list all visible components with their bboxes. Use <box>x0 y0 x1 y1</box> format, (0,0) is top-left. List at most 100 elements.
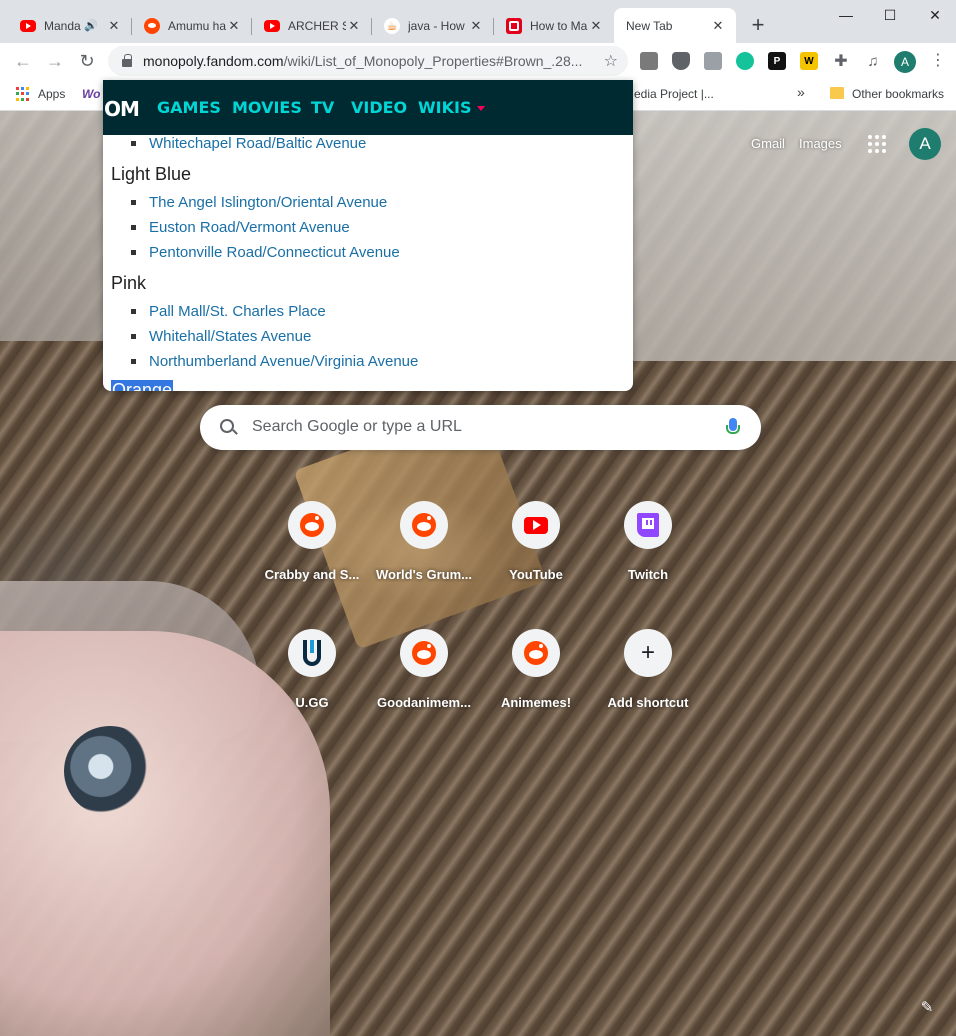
list-bullet <box>131 309 136 314</box>
property-link[interactable]: Pall Mall/St. Charles Place <box>149 303 326 320</box>
close-icon[interactable]: ✕ <box>346 18 362 34</box>
tab-youtube-archer[interactable]: ARCHER Se ✕ <box>252 8 372 43</box>
reddit-icon <box>144 17 160 34</box>
tab-opera-howto[interactable]: How to Ma ✕ <box>494 8 614 43</box>
microphone-icon[interactable] <box>726 418 740 434</box>
close-icon[interactable]: ✕ <box>226 18 242 34</box>
property-link[interactable]: Pentonville Road/Connecticut Avenue <box>149 244 400 261</box>
tab-reddit-amumu[interactable]: Amumu ha ✕ <box>132 8 252 43</box>
reload-button[interactable]: ↻ <box>75 49 99 73</box>
close-icon[interactable]: ✕ <box>468 18 484 34</box>
lock-icon <box>122 54 132 67</box>
gmail-link[interactable]: Gmail <box>751 136 785 151</box>
property-link[interactable]: Whitechapel Road/Baltic Avenue <box>149 135 366 152</box>
maximize-button[interactable]: ☐ <box>867 0 913 30</box>
shortcut-youtube[interactable]: YouTube <box>480 501 592 611</box>
shortcut-icon-circle <box>288 629 336 677</box>
address-bar[interactable]: monopoly.fandom.com/wiki/List_of_Monopol… <box>108 46 628 76</box>
images-link[interactable]: Images <box>799 136 842 151</box>
media-control-icon[interactable]: ♫ <box>864 52 882 70</box>
folder-icon <box>830 87 844 99</box>
list-bullet <box>131 359 136 364</box>
section-heading-orange-selected: Orange <box>111 380 174 391</box>
close-window-button[interactable]: ✕ <box>912 0 956 30</box>
account-avatar[interactable]: A <box>909 128 941 160</box>
shortcut-ugg[interactable]: U.GG <box>256 629 368 739</box>
new-tab-button[interactable]: + <box>744 12 772 40</box>
ugg-icon <box>303 640 321 666</box>
shortcut-animemes[interactable]: Animemes! <box>480 629 592 739</box>
reddit-icon <box>412 641 436 665</box>
shortcut-twitch[interactable]: Twitch <box>592 501 704 611</box>
nav-movies[interactable]: MOVIES <box>232 98 302 117</box>
fandom-logo[interactable]: OM <box>104 97 140 121</box>
opera-icon <box>506 17 522 34</box>
shortcut-icon-circle <box>400 629 448 677</box>
property-link[interactable]: Euston Road/Vermont Avenue <box>149 219 350 236</box>
tab-youtube-manda[interactable]: Manda 🔊 ✕ <box>8 8 132 43</box>
bookmark-media-project[interactable]: edia Project |... <box>634 87 714 101</box>
fandom-page-overlay: OM GAMES MOVIES TV VIDEO WIKIS Whitechap… <box>103 80 633 391</box>
property-link[interactable]: Northumberland Avenue/Virginia Avenue <box>149 353 418 370</box>
bookmark-wo[interactable]: Wo <box>82 87 100 101</box>
add-shortcut-button[interactable]: + Add shortcut <box>592 629 704 739</box>
apps-bookmark[interactable]: Apps <box>38 87 65 101</box>
extensions-puzzle-icon[interactable]: ✚ <box>832 52 850 70</box>
profile-avatar[interactable]: A <box>894 51 916 73</box>
nav-tv[interactable]: TV <box>311 98 334 117</box>
shortcut-worlds-grumpiest[interactable]: World's Grum... <box>368 501 480 611</box>
pencil-icon[interactable]: ✎ <box>918 998 936 1016</box>
speaker-icon[interactable]: 🔊 <box>84 19 98 32</box>
property-link[interactable]: Whitehall/States Avenue <box>149 328 311 345</box>
tab-title: ARCHER Se <box>288 18 346 33</box>
ublock-shield-icon[interactable] <box>672 52 690 70</box>
tab-strip: Manda 🔊 ✕ Amumu ha ✕ ARCHER Se ✕ ☕ java … <box>0 0 956 43</box>
nav-wikis[interactable]: WIKIS <box>418 98 486 117</box>
search-input[interactable]: Search Google or type a URL <box>252 418 462 436</box>
url-host: monopoly.fandom.com <box>143 53 284 69</box>
tab-new-tab[interactable]: New Tab ✕ <box>614 8 736 43</box>
shortcut-icon-circle <box>400 501 448 549</box>
extension-gray-icon[interactable] <box>704 52 722 70</box>
background-wall <box>620 111 956 361</box>
close-icon[interactable]: ✕ <box>106 18 122 34</box>
other-bookmarks[interactable]: Other bookmarks <box>852 87 944 101</box>
url-path: /wiki/List_of_Monopoly_Properties#Brown_… <box>283 53 583 69</box>
shortcut-crabby[interactable]: Crabby and S... <box>256 501 368 611</box>
tab-stackoverflow-java[interactable]: ☕ java - How ✕ <box>372 8 494 43</box>
section-heading-light-blue: Light Blue <box>111 164 192 184</box>
google-apps-icon[interactable] <box>868 135 886 153</box>
extension-w-icon[interactable]: W <box>800 52 818 70</box>
shortcut-label: World's Grum... <box>375 567 473 582</box>
close-icon[interactable]: ✕ <box>588 18 604 34</box>
nav-games[interactable]: GAMES <box>157 98 221 117</box>
shortcut-label: Goodanimem... <box>377 695 471 710</box>
bookmarks-overflow-chevron-icon[interactable]: » <box>797 84 805 100</box>
shortcut-icon-circle <box>624 501 672 549</box>
list-bullet <box>131 200 136 205</box>
shortcut-label: U.GG <box>295 695 329 710</box>
shortcut-icon-circle <box>512 629 560 677</box>
back-button[interactable]: ← <box>11 49 35 73</box>
bookmark-star-icon[interactable]: ☆ <box>604 51 618 71</box>
apps-grid-icon[interactable] <box>16 87 30 101</box>
shortcut-label: YouTube <box>509 567 563 582</box>
nav-wikis-label: WIKIS <box>418 98 472 117</box>
close-icon[interactable]: ✕ <box>710 18 726 34</box>
extension-p-icon[interactable]: P <box>768 52 786 70</box>
menu-kebab-icon[interactable]: ⋮ <box>930 52 946 70</box>
nav-video[interactable]: VIDEO <box>351 98 407 117</box>
search-box[interactable]: Search Google or type a URL <box>200 405 761 450</box>
caret-down-icon <box>477 106 486 111</box>
extension-dsc-icon[interactable] <box>640 52 658 70</box>
shortcut-icon-circle <box>288 501 336 549</box>
shortcut-goodanimemes[interactable]: Goodanimem... <box>368 629 480 739</box>
grammarly-icon[interactable] <box>736 52 754 70</box>
youtube-icon <box>524 516 548 534</box>
section-heading-pink: Pink <box>111 273 147 293</box>
shortcut-label: Add shortcut <box>607 695 689 710</box>
property-link[interactable]: The Angel Islington/Oriental Avenue <box>149 194 387 211</box>
list-bullet <box>131 225 136 230</box>
forward-button[interactable]: → <box>43 49 67 73</box>
minimize-button[interactable]: — <box>823 0 869 30</box>
